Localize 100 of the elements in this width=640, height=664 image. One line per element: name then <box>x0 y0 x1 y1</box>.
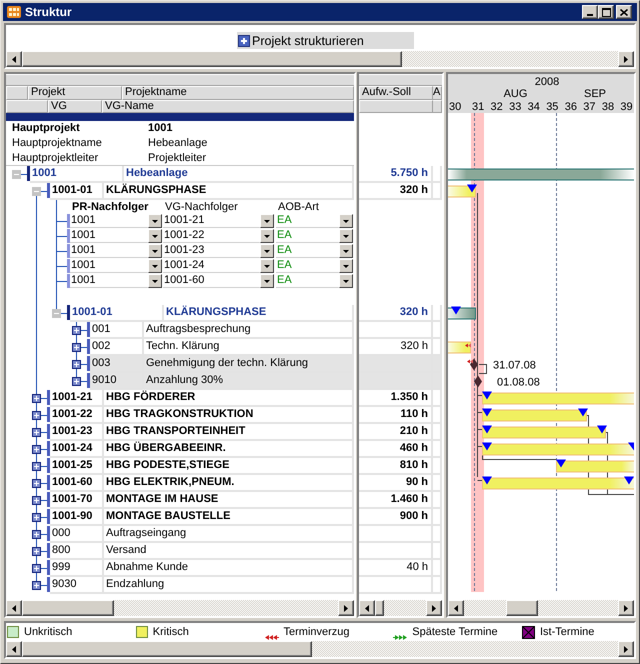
node-code[interactable]: 999 <box>50 560 104 577</box>
scroll-right-button[interactable] <box>338 600 354 616</box>
caret-icon[interactable] <box>339 228 353 242</box>
scroll-left-button[interactable] <box>6 641 22 657</box>
node-code[interactable]: 800 <box>50 543 104 560</box>
column-header[interactable]: A <box>433 86 442 100</box>
node-name[interactable]: HBG ÜBERGABEEINR. <box>104 441 354 458</box>
caret-icon[interactable] <box>339 258 353 272</box>
type-dropdown[interactable]: EA <box>276 274 353 288</box>
node-code[interactable]: 000 <box>50 526 104 543</box>
node-name[interactable]: HBG FÖRDERER <box>104 390 354 407</box>
caret-icon[interactable] <box>148 258 162 272</box>
horizontal-scrollbar[interactable] <box>6 51 634 67</box>
activity-dropdown[interactable]: 1001-60 <box>163 274 274 288</box>
horizontal-scrollbar[interactable] <box>6 641 634 657</box>
node-code[interactable]: 1001-01 <box>70 305 164 322</box>
plus-box-icon[interactable] <box>32 394 41 403</box>
caret-icon[interactable] <box>148 274 162 288</box>
caret-icon[interactable] <box>260 274 274 288</box>
node-name[interactable]: Techn. Klärung <box>144 339 354 356</box>
node-code[interactable]: 9030 <box>50 577 104 594</box>
project-dropdown[interactable]: 1001 <box>70 259 162 273</box>
node-name[interactable]: Genehmigung der techn. Klärung <box>144 356 354 373</box>
node-name[interactable]: Auftragsbesprechung <box>144 322 354 339</box>
node-name[interactable]: HBG TRANSPORTEINHEIT <box>104 424 354 441</box>
activity-dropdown[interactable]: 1001-21 <box>163 214 274 228</box>
node-name[interactable]: MONTAGE IM HAUSE <box>104 492 354 509</box>
node-code[interactable]: 1001-90 <box>50 509 104 526</box>
node-name[interactable]: Auftragseingang <box>104 526 354 543</box>
activity-dropdown[interactable]: 1001-23 <box>163 244 274 258</box>
scrollbar-thumb[interactable] <box>22 600 114 616</box>
project-dropdown[interactable]: 1001 <box>70 244 162 258</box>
scroll-right-button[interactable] <box>618 51 634 67</box>
caret-icon[interactable] <box>148 228 162 242</box>
plus-box-icon[interactable] <box>72 360 81 369</box>
node-code[interactable]: 1001-01 <box>50 183 104 200</box>
scroll-right-button[interactable] <box>618 600 634 616</box>
node-name[interactable]: Hebeanlage <box>124 166 354 183</box>
node-name[interactable]: Endzahlung <box>104 577 354 594</box>
node-code[interactable]: 003 <box>90 356 144 373</box>
node-name[interactable]: MONTAGE BAUSTELLE <box>104 509 354 526</box>
plus-box-icon[interactable] <box>32 530 41 539</box>
scroll-right-button[interactable] <box>426 600 442 616</box>
activity-dropdown[interactable]: 1001-24 <box>163 259 274 273</box>
project-dropdown[interactable]: 1001 <box>70 229 162 243</box>
maximize-button[interactable] <box>598 5 614 19</box>
scrollbar-thumb[interactable] <box>506 600 538 616</box>
node-code[interactable]: 1001-70 <box>50 492 104 509</box>
close-button[interactable] <box>616 5 632 19</box>
caret-icon[interactable] <box>260 258 274 272</box>
caret-icon[interactable] <box>339 244 353 258</box>
scrollbar-thumb[interactable] <box>375 600 384 616</box>
column-header[interactable]: VG <box>48 100 102 113</box>
caret-icon[interactable] <box>339 274 353 288</box>
column-header[interactable]: AOB-Art <box>276 200 319 214</box>
node-name[interactable]: Abnahme Kunde <box>104 560 354 577</box>
plus-box-icon[interactable] <box>32 428 41 437</box>
plus-box-icon[interactable] <box>32 513 41 522</box>
minimize-button[interactable] <box>582 5 598 19</box>
node-name[interactable]: HBG ELEKTRIK,PNEUM. <box>104 475 354 492</box>
caret-icon[interactable] <box>260 228 274 242</box>
scroll-right-button[interactable] <box>618 641 634 657</box>
horizontal-scrollbar[interactable] <box>448 600 634 616</box>
activity-dropdown[interactable]: 1001-22 <box>163 229 274 243</box>
horizontal-scrollbar[interactable] <box>359 600 442 616</box>
horizontal-scrollbar[interactable] <box>6 600 354 616</box>
type-dropdown[interactable]: EA <box>276 214 353 228</box>
scroll-left-button[interactable] <box>448 600 464 616</box>
caret-icon[interactable] <box>148 214 162 228</box>
node-name[interactable]: Versand <box>104 543 354 560</box>
node-code[interactable]: 1001-24 <box>50 441 104 458</box>
plus-box-icon[interactable] <box>32 411 41 420</box>
column-header[interactable]: Projekt <box>28 86 122 100</box>
plus-box-icon[interactable] <box>32 547 41 556</box>
node-code[interactable]: 1001-21 <box>50 390 104 407</box>
scroll-left-button[interactable] <box>6 51 22 67</box>
node-code[interactable]: 1001-25 <box>50 458 104 475</box>
caret-icon[interactable] <box>339 214 353 228</box>
node-code[interactable]: 9010 <box>90 373 144 390</box>
column-header[interactable]: Aufw.-Soll <box>359 86 433 100</box>
plus-box-icon[interactable] <box>32 581 41 590</box>
project-dropdown[interactable]: 1001 <box>70 214 162 228</box>
column-header[interactable]: PR-Nachfolger <box>70 200 148 214</box>
scroll-left-button[interactable] <box>359 600 375 616</box>
caret-icon[interactable] <box>260 244 274 258</box>
node-code[interactable]: 1001 <box>30 166 124 183</box>
plus-box-icon[interactable] <box>32 445 41 454</box>
node-code[interactable]: 1001-60 <box>50 475 104 492</box>
plus-box-icon[interactable] <box>72 377 81 386</box>
column-header[interactable]: Projektname <box>122 86 354 100</box>
node-name[interactable]: KLÄRUNGSPHASE <box>164 305 354 322</box>
type-dropdown[interactable]: EA <box>276 229 353 243</box>
node-code[interactable]: 001 <box>90 322 144 339</box>
plus-box-icon[interactable] <box>72 326 81 335</box>
node-code[interactable]: 002 <box>90 339 144 356</box>
scroll-left-button[interactable] <box>6 600 22 616</box>
plus-box-icon[interactable] <box>72 343 81 352</box>
scrollbar-thumb[interactable] <box>22 641 312 657</box>
structure-project-button[interactable]: Projekt strukturieren <box>237 32 414 49</box>
caret-icon[interactable] <box>260 214 274 228</box>
